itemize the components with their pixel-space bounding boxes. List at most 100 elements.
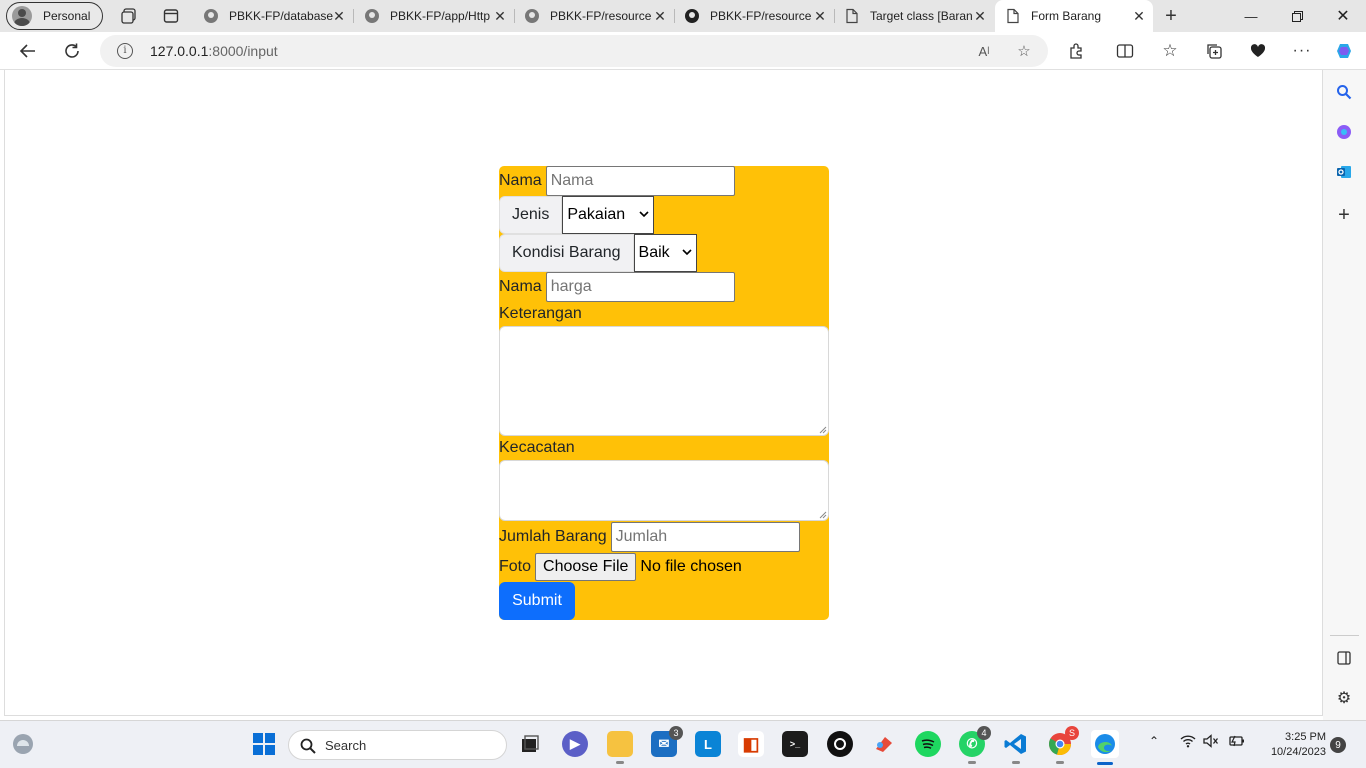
resize-grip-icon[interactable]	[819, 426, 827, 434]
chrome-icon[interactable]: S	[1047, 726, 1079, 764]
harga-label: Nama	[499, 278, 542, 295]
widgets-icon[interactable]	[10, 731, 36, 757]
file-status: No file chosen	[640, 558, 742, 575]
close-icon[interactable]: ✕	[972, 8, 988, 24]
browser-essentials-icon[interactable]	[1243, 37, 1273, 65]
keterangan-label: Keterangan	[499, 305, 582, 322]
whatsapp-icon[interactable]: ✆ 4	[959, 726, 991, 764]
running-indicator	[1056, 761, 1064, 764]
kondisi-select[interactable]: Baik	[633, 234, 697, 272]
running-indicator	[616, 761, 624, 764]
github-icon	[684, 8, 700, 24]
extensions-icon[interactable]	[1062, 37, 1092, 65]
jumlah-row: Jumlah Barang Jumlah	[499, 522, 800, 552]
foto-label: Foto	[499, 558, 532, 575]
kecacatan-textarea[interactable]	[499, 460, 829, 521]
jenis-label: Jenis	[499, 196, 563, 234]
close-icon[interactable]: ✕	[331, 8, 347, 24]
close-window-button[interactable]: ✕	[1320, 0, 1366, 32]
choose-file-button[interactable]: Choose File	[535, 553, 637, 581]
tab-form-barang[interactable]: Form Barang ✕	[995, 0, 1153, 32]
close-icon[interactable]: ✕	[812, 8, 828, 24]
jenis-selected-value: Pakaian	[567, 206, 626, 223]
favorite-star-icon[interactable]: ☆	[1014, 41, 1034, 61]
settings-gear-icon[interactable]: ⚙	[1334, 688, 1354, 708]
tab-title: PBKK-FP/resource	[710, 9, 812, 23]
edge-icon[interactable]	[1091, 730, 1119, 765]
minimize-button[interactable]: —	[1228, 0, 1274, 32]
kondisi-label: Kondisi Barang	[499, 234, 634, 272]
search-icon[interactable]	[1334, 82, 1354, 102]
workspaces-icon[interactable]	[119, 6, 139, 26]
media-app-icon[interactable]	[827, 731, 853, 757]
taskbar-search[interactable]: Search	[288, 730, 507, 760]
chevron-down-icon	[639, 211, 649, 218]
copilot-icon[interactable]	[1329, 37, 1359, 65]
volume-muted-icon[interactable]	[1203, 734, 1219, 751]
collections-icon[interactable]	[1199, 37, 1229, 65]
tab-title: PBKK-FP/database	[229, 9, 334, 23]
submit-button[interactable]: Submit	[499, 582, 575, 620]
resize-grip-icon[interactable]	[819, 511, 827, 519]
start-icon[interactable]	[251, 731, 277, 757]
split-screen-icon[interactable]	[1110, 37, 1140, 65]
jenis-select[interactable]: Pakaian	[562, 196, 655, 234]
tab-github-database[interactable]: PBKK-FP/database ✕	[193, 0, 353, 32]
notification-badge[interactable]: 9	[1330, 737, 1346, 753]
close-icon[interactable]: ✕	[652, 8, 668, 24]
terminal-icon[interactable]: >_	[782, 731, 808, 757]
active-indicator	[1097, 762, 1113, 765]
read-aloud-icon[interactable]: Aꟾ	[974, 41, 994, 61]
kecacatan-row: Kecacatan	[499, 438, 575, 458]
new-tab-icon[interactable]: +	[1161, 5, 1181, 27]
browser-toolbar: i 127.0.0.1:8000/input Aꟾ ☆ ☆ ···	[0, 32, 1366, 70]
wifi-icon[interactable]	[1180, 734, 1196, 751]
teams-chat-icon[interactable]: ▶	[562, 731, 588, 757]
kondisi-row: Kondisi Barang Baik	[499, 234, 697, 272]
avatar	[12, 6, 32, 26]
add-icon[interactable]: +	[1334, 204, 1354, 226]
battery-icon[interactable]	[1227, 734, 1245, 751]
nama-row: Nama Nama	[499, 166, 735, 196]
page-viewport: Nama Nama Jenis Pakaian Kondisi Barang B…	[4, 70, 1323, 716]
tab-github-resource-1[interactable]: PBKK-FP/resource ✕	[514, 0, 674, 32]
paint-icon[interactable]	[871, 731, 897, 757]
task-view-icon[interactable]	[517, 731, 543, 757]
system-clock[interactable]: 3:25 PM 10/24/2023	[1258, 730, 1326, 760]
file-explorer-icon[interactable]	[607, 731, 633, 764]
kecacatan-label: Kecacatan	[499, 439, 575, 456]
tab-github-resource-2[interactable]: PBKK-FP/resource ✕	[674, 0, 834, 32]
close-icon[interactable]: ✕	[492, 8, 508, 24]
chevron-up-icon[interactable]: ⌃	[1149, 734, 1159, 748]
vscode-icon[interactable]	[1003, 731, 1029, 764]
close-icon[interactable]: ✕	[1131, 8, 1147, 24]
refresh-icon[interactable]	[57, 37, 87, 65]
windows-taskbar: Search ▶ ✉ 3 L ◧ >_ ✆ 4 S ⌃ 3:25 PM 10/2…	[0, 720, 1366, 768]
favorites-icon[interactable]: ☆	[1155, 37, 1185, 65]
more-menu-icon[interactable]: ···	[1287, 37, 1317, 65]
search-icon	[300, 738, 316, 754]
spotify-icon[interactable]	[915, 731, 941, 757]
keterangan-textarea[interactable]	[499, 326, 829, 436]
mail-icon[interactable]: ✉ 3	[651, 726, 683, 757]
profile-button[interactable]: Personal	[6, 2, 103, 30]
tab-title: PBKK-FP/app/Http	[390, 9, 491, 23]
back-icon[interactable]	[13, 37, 43, 65]
nama-input[interactable]: Nama	[545, 166, 735, 196]
address-bar[interactable]: i 127.0.0.1:8000/input Aꟾ ☆	[100, 35, 1048, 67]
app-l-icon[interactable]: L	[695, 731, 721, 757]
tab-github-http[interactable]: PBKK-FP/app/Http ✕	[354, 0, 514, 32]
mail-badge: 3	[669, 726, 683, 740]
copilot-sidebar-icon[interactable]	[1334, 122, 1354, 142]
tab-actions-icon[interactable]	[161, 6, 181, 26]
harga-input[interactable]: harga	[545, 272, 735, 302]
outlook-icon[interactable]	[1334, 162, 1354, 182]
jenis-row: Jenis Pakaian	[499, 196, 655, 234]
jumlah-input[interactable]: Jumlah	[610, 522, 800, 552]
page-icon	[1005, 8, 1021, 24]
office-icon[interactable]: ◧	[738, 731, 764, 757]
restore-button[interactable]	[1274, 0, 1320, 32]
hide-sidebar-icon[interactable]	[1334, 648, 1354, 668]
site-info-icon[interactable]: i	[117, 43, 133, 59]
tab-target-class[interactable]: Target class [Baran ✕	[834, 0, 994, 32]
